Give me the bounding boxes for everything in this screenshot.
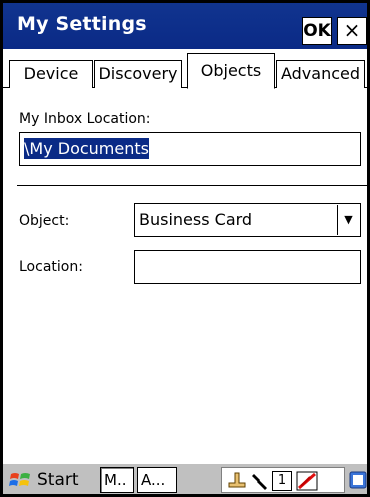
connectivity-icon[interactable] bbox=[226, 471, 248, 491]
tab-objects[interactable]: Objects bbox=[187, 53, 275, 89]
inbox-location-value: \My Documents bbox=[24, 138, 149, 159]
inbox-location-field[interactable]: \My Documents bbox=[19, 132, 361, 166]
keyboard-icon[interactable] bbox=[349, 470, 367, 490]
system-tray: 1 bbox=[221, 467, 345, 493]
settings-panel: Device Discovery Objects Advanced My Inb… bbox=[3, 49, 367, 463]
window-title: My Settings bbox=[17, 13, 147, 35]
input-mode-indicator[interactable]: 1 bbox=[272, 471, 292, 491]
location-label: Location: bbox=[19, 259, 83, 275]
ok-button[interactable]: OK bbox=[302, 17, 332, 45]
start-button[interactable]: Start bbox=[5, 467, 95, 493]
object-dropdown-value: Business Card bbox=[139, 210, 253, 229]
title-bar: My Settings OK × bbox=[3, 3, 367, 49]
task-button-a[interactable]: A... bbox=[137, 467, 177, 493]
separator-line bbox=[17, 185, 367, 186]
taskbar: Start M.. A... 1 bbox=[3, 463, 367, 494]
dropdown-arrow-icon[interactable]: ▼ bbox=[337, 205, 359, 235]
object-label: Object: bbox=[19, 213, 70, 229]
location-field[interactable] bbox=[134, 250, 361, 284]
start-label: Start bbox=[37, 470, 79, 490]
inbox-location-label: My Inbox Location: bbox=[19, 111, 151, 127]
close-button[interactable]: × bbox=[337, 17, 367, 45]
tab-device[interactable]: Device bbox=[9, 60, 93, 88]
tools-icon[interactable] bbox=[250, 471, 272, 491]
tab-advanced[interactable]: Advanced bbox=[276, 60, 365, 88]
no-pen-icon[interactable] bbox=[296, 471, 318, 491]
tab-strip: Device Discovery Objects Advanced bbox=[3, 49, 367, 89]
windows-flag-icon bbox=[9, 473, 30, 486]
object-dropdown[interactable]: Business Card ▼ bbox=[134, 203, 361, 237]
tab-discovery[interactable]: Discovery bbox=[94, 60, 182, 88]
task-button-my-settings[interactable]: M.. bbox=[100, 467, 134, 493]
